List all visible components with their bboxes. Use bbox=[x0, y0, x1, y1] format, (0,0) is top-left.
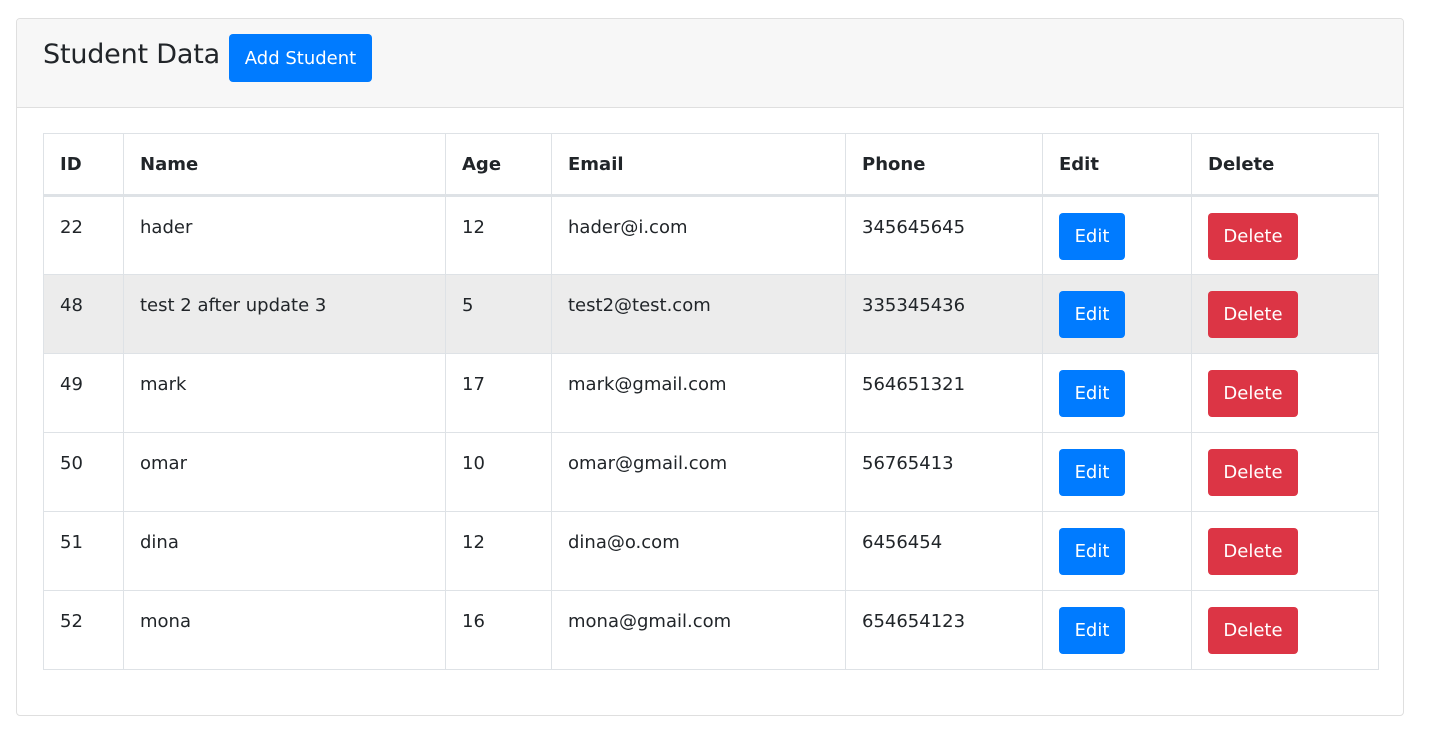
cell-phone: 6456454 bbox=[845, 511, 1043, 591]
table-header-row: ID Name Age Email Phone Edit Delete bbox=[43, 133, 1379, 197]
cell-name: hader bbox=[123, 195, 446, 275]
cell-edit: Edit bbox=[1042, 432, 1192, 512]
cell-delete: Delete bbox=[1191, 353, 1379, 433]
delete-button[interactable]: Delete bbox=[1208, 449, 1298, 496]
cell-edit: Edit bbox=[1042, 274, 1192, 354]
table-row: 49 mark 17 mark@gmail.com 564651321 Edit Delet… bbox=[43, 353, 1379, 433]
cell-delete: Delete bbox=[1191, 274, 1379, 354]
cell-phone: 335345436 bbox=[845, 274, 1043, 354]
delete-button[interactable]: Delete bbox=[1208, 607, 1298, 654]
cell-delete: Delete bbox=[1191, 511, 1379, 591]
column-header-name: Name bbox=[123, 133, 446, 197]
column-header-edit: Edit bbox=[1042, 133, 1192, 197]
edit-button[interactable]: Edit bbox=[1059, 528, 1125, 575]
column-header-delete: Delete bbox=[1191, 133, 1379, 197]
table-container: ID Name Age Email Phone Edit Delete 22 ha… bbox=[43, 133, 1379, 670]
page-title: Student Data bbox=[43, 39, 220, 70]
cell-name: test 2 after update 3 bbox=[123, 274, 446, 354]
table-row: 52 mona 16 mona@gmail.com 654654123 Edit Delet… bbox=[43, 590, 1379, 670]
edit-button[interactable]: Edit bbox=[1059, 213, 1125, 260]
cell-delete: Delete bbox=[1191, 432, 1379, 512]
cell-id: 50 bbox=[43, 432, 124, 512]
table-row: 50 omar 10 omar@gmail.com 56765413 Edit Delete bbox=[43, 432, 1379, 512]
cell-name: dina bbox=[123, 511, 446, 591]
cell-edit: Edit bbox=[1042, 511, 1192, 591]
cell-id: 49 bbox=[43, 353, 124, 433]
cell-email: hader@i.com bbox=[551, 195, 846, 275]
cell-delete: Delete bbox=[1191, 590, 1379, 670]
cell-edit: Edit bbox=[1042, 590, 1192, 670]
add-student-button[interactable]: Add Student bbox=[229, 34, 372, 82]
edit-button[interactable]: Edit bbox=[1059, 370, 1125, 417]
delete-button[interactable]: Delete bbox=[1208, 528, 1298, 575]
cell-edit: Edit bbox=[1042, 353, 1192, 433]
cell-phone: 564651321 bbox=[845, 353, 1043, 433]
edit-button[interactable]: Edit bbox=[1059, 291, 1125, 338]
cell-id: 48 bbox=[43, 274, 124, 354]
cell-age: 17 bbox=[445, 353, 552, 433]
cell-email: mark@gmail.com bbox=[551, 353, 846, 433]
cell-id: 51 bbox=[43, 511, 124, 591]
card-header: Student Data Add Student bbox=[17, 19, 1403, 108]
cell-name: mark bbox=[123, 353, 446, 433]
cell-email: test2@test.com bbox=[551, 274, 846, 354]
column-header-age: Age bbox=[445, 133, 552, 197]
cell-name: omar bbox=[123, 432, 446, 512]
cell-age: 12 bbox=[445, 195, 552, 275]
student-card: Student Data Add Student ID Name Age Ema… bbox=[16, 18, 1404, 716]
table-row: 51 dina 12 dina@o.com 6456454 Edit Delete bbox=[43, 511, 1379, 591]
cell-phone: 654654123 bbox=[845, 590, 1043, 670]
cell-age: 16 bbox=[445, 590, 552, 670]
cell-email: omar@gmail.com bbox=[551, 432, 846, 512]
column-header-id: ID bbox=[43, 133, 124, 197]
cell-edit: Edit bbox=[1042, 195, 1192, 275]
cell-age: 12 bbox=[445, 511, 552, 591]
table-row: 48 test 2 after update 3 5 test2@test.com 33… bbox=[43, 274, 1379, 354]
cell-id: 52 bbox=[43, 590, 124, 670]
column-header-email: Email bbox=[551, 133, 846, 197]
delete-button[interactable]: Delete bbox=[1208, 213, 1298, 260]
column-header-phone: Phone bbox=[845, 133, 1043, 197]
cell-age: 5 bbox=[445, 274, 552, 354]
student-table: ID Name Age Email Phone Edit Delete 22 ha… bbox=[43, 133, 1379, 670]
edit-button[interactable]: Edit bbox=[1059, 607, 1125, 654]
delete-button[interactable]: Delete bbox=[1208, 370, 1298, 417]
cell-email: mona@gmail.com bbox=[551, 590, 846, 670]
cell-phone: 345645645 bbox=[845, 195, 1043, 275]
cell-delete: Delete bbox=[1191, 195, 1379, 275]
table-row: 22 hader 12 hader@i.com 345645645 Edit Delete bbox=[43, 195, 1379, 275]
delete-button[interactable]: Delete bbox=[1208, 291, 1298, 338]
cell-id: 22 bbox=[43, 195, 124, 275]
cell-email: dina@o.com bbox=[551, 511, 846, 591]
cell-phone: 56765413 bbox=[845, 432, 1043, 512]
edit-button[interactable]: Edit bbox=[1059, 449, 1125, 496]
cell-name: mona bbox=[123, 590, 446, 670]
cell-age: 10 bbox=[445, 432, 552, 512]
